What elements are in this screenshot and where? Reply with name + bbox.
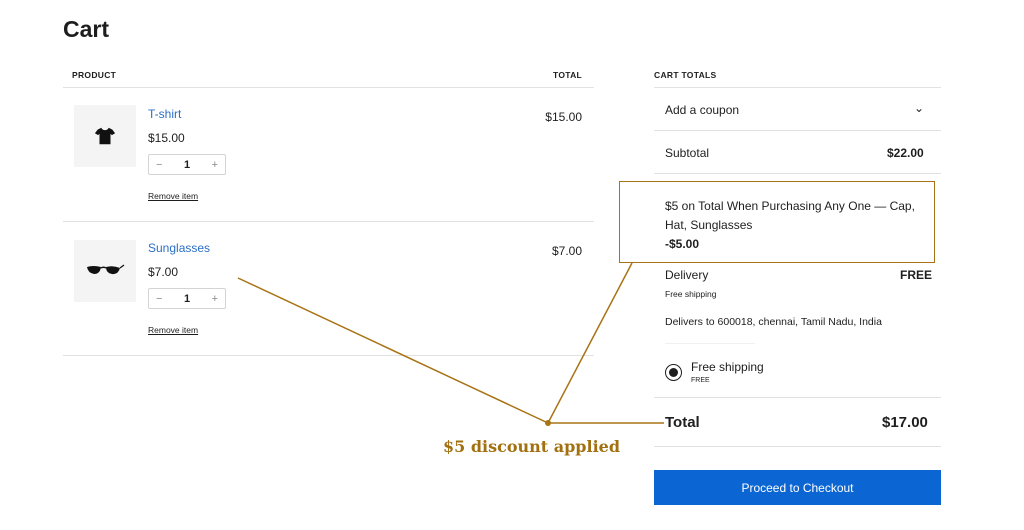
annotation-point — [545, 420, 551, 426]
discount-annotation: $5 discount applied — [443, 437, 621, 456]
annotation-line — [237, 277, 549, 424]
annotation-line — [547, 262, 633, 424]
